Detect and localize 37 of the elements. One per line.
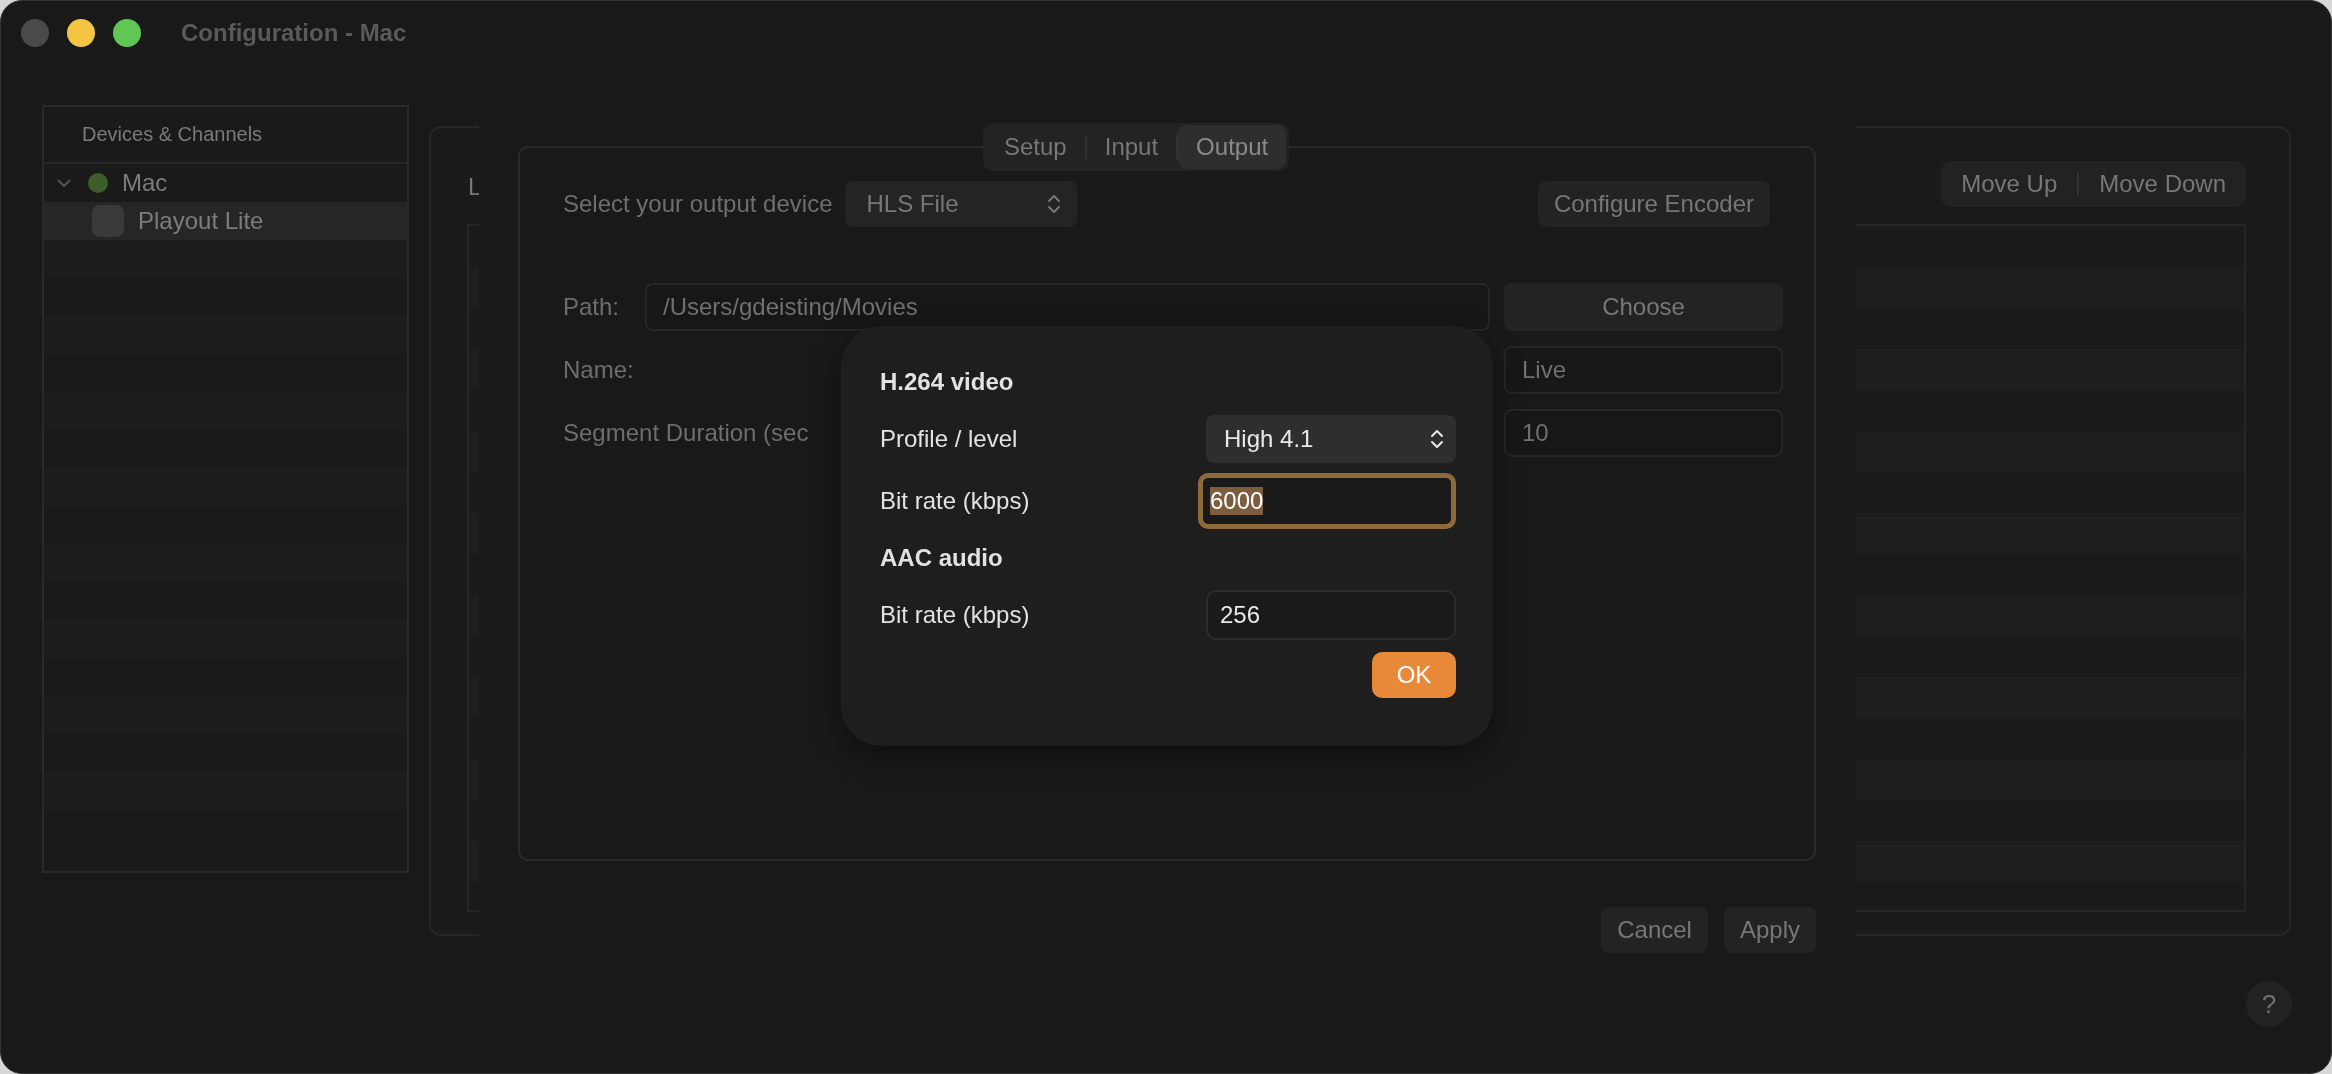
field-label: Select your output device — [563, 190, 833, 218]
dialog-button[interactable]: Cancel — [1601, 907, 1708, 953]
tree-item[interactable]: Mac — [44, 164, 407, 202]
bitrate-field[interactable]: 6000 — [1198, 473, 1456, 529]
move-button[interactable]: Move Down — [2079, 161, 2246, 207]
tab[interactable]: Setup — [986, 125, 1085, 169]
input-field[interactable]: Live — [1504, 346, 1783, 394]
updown-icon — [1430, 428, 1444, 450]
help-button[interactable]: ? — [2246, 981, 2292, 1027]
choose-button[interactable]: Choose — [1504, 283, 1783, 331]
tree-label: Mac — [122, 169, 168, 197]
tab[interactable]: Output — [1178, 125, 1287, 169]
configure-encoder-button[interactable]: Configure Encoder — [1537, 181, 1770, 227]
minimize-button[interactable] — [67, 19, 95, 47]
tab[interactable]: Input — [1086, 125, 1177, 169]
profile-popup[interactable]: High 4.1 — [1206, 415, 1456, 463]
tree-item[interactable]: Playout Lite — [44, 202, 407, 240]
window-title: Configuration - Mac — [181, 19, 407, 47]
zoom-button[interactable] — [113, 19, 141, 47]
section-title: AAC audio — [880, 543, 1004, 573]
field-label: Bit rate (kbps) — [880, 601, 1030, 629]
field-label: Segment Duration (sec — [563, 419, 809, 447]
device-popup[interactable]: HLS File — [844, 181, 1077, 227]
bitrate-field[interactable]: 256 — [1206, 590, 1456, 640]
field-label: Path: — [563, 293, 620, 321]
path-field[interactable]: /Users/gdeisting/Movies — [645, 283, 1490, 331]
dialog-button[interactable]: Apply — [1723, 907, 1816, 953]
section-title: H.264 video — [880, 367, 1015, 397]
field-label: Name: — [563, 356, 634, 384]
field-label: Bit rate (kbps) — [880, 487, 1030, 515]
tree-label: Playout Lite — [138, 207, 264, 235]
column-header: Devices & Channels — [44, 107, 407, 164]
field-label: Profile / level — [880, 425, 1018, 453]
move-button[interactable]: Move Up — [1941, 161, 2078, 207]
updown-icon — [1046, 193, 1061, 215]
ok-button[interactable]: OK — [1372, 652, 1456, 698]
input-field[interactable]: 10 — [1504, 409, 1783, 457]
